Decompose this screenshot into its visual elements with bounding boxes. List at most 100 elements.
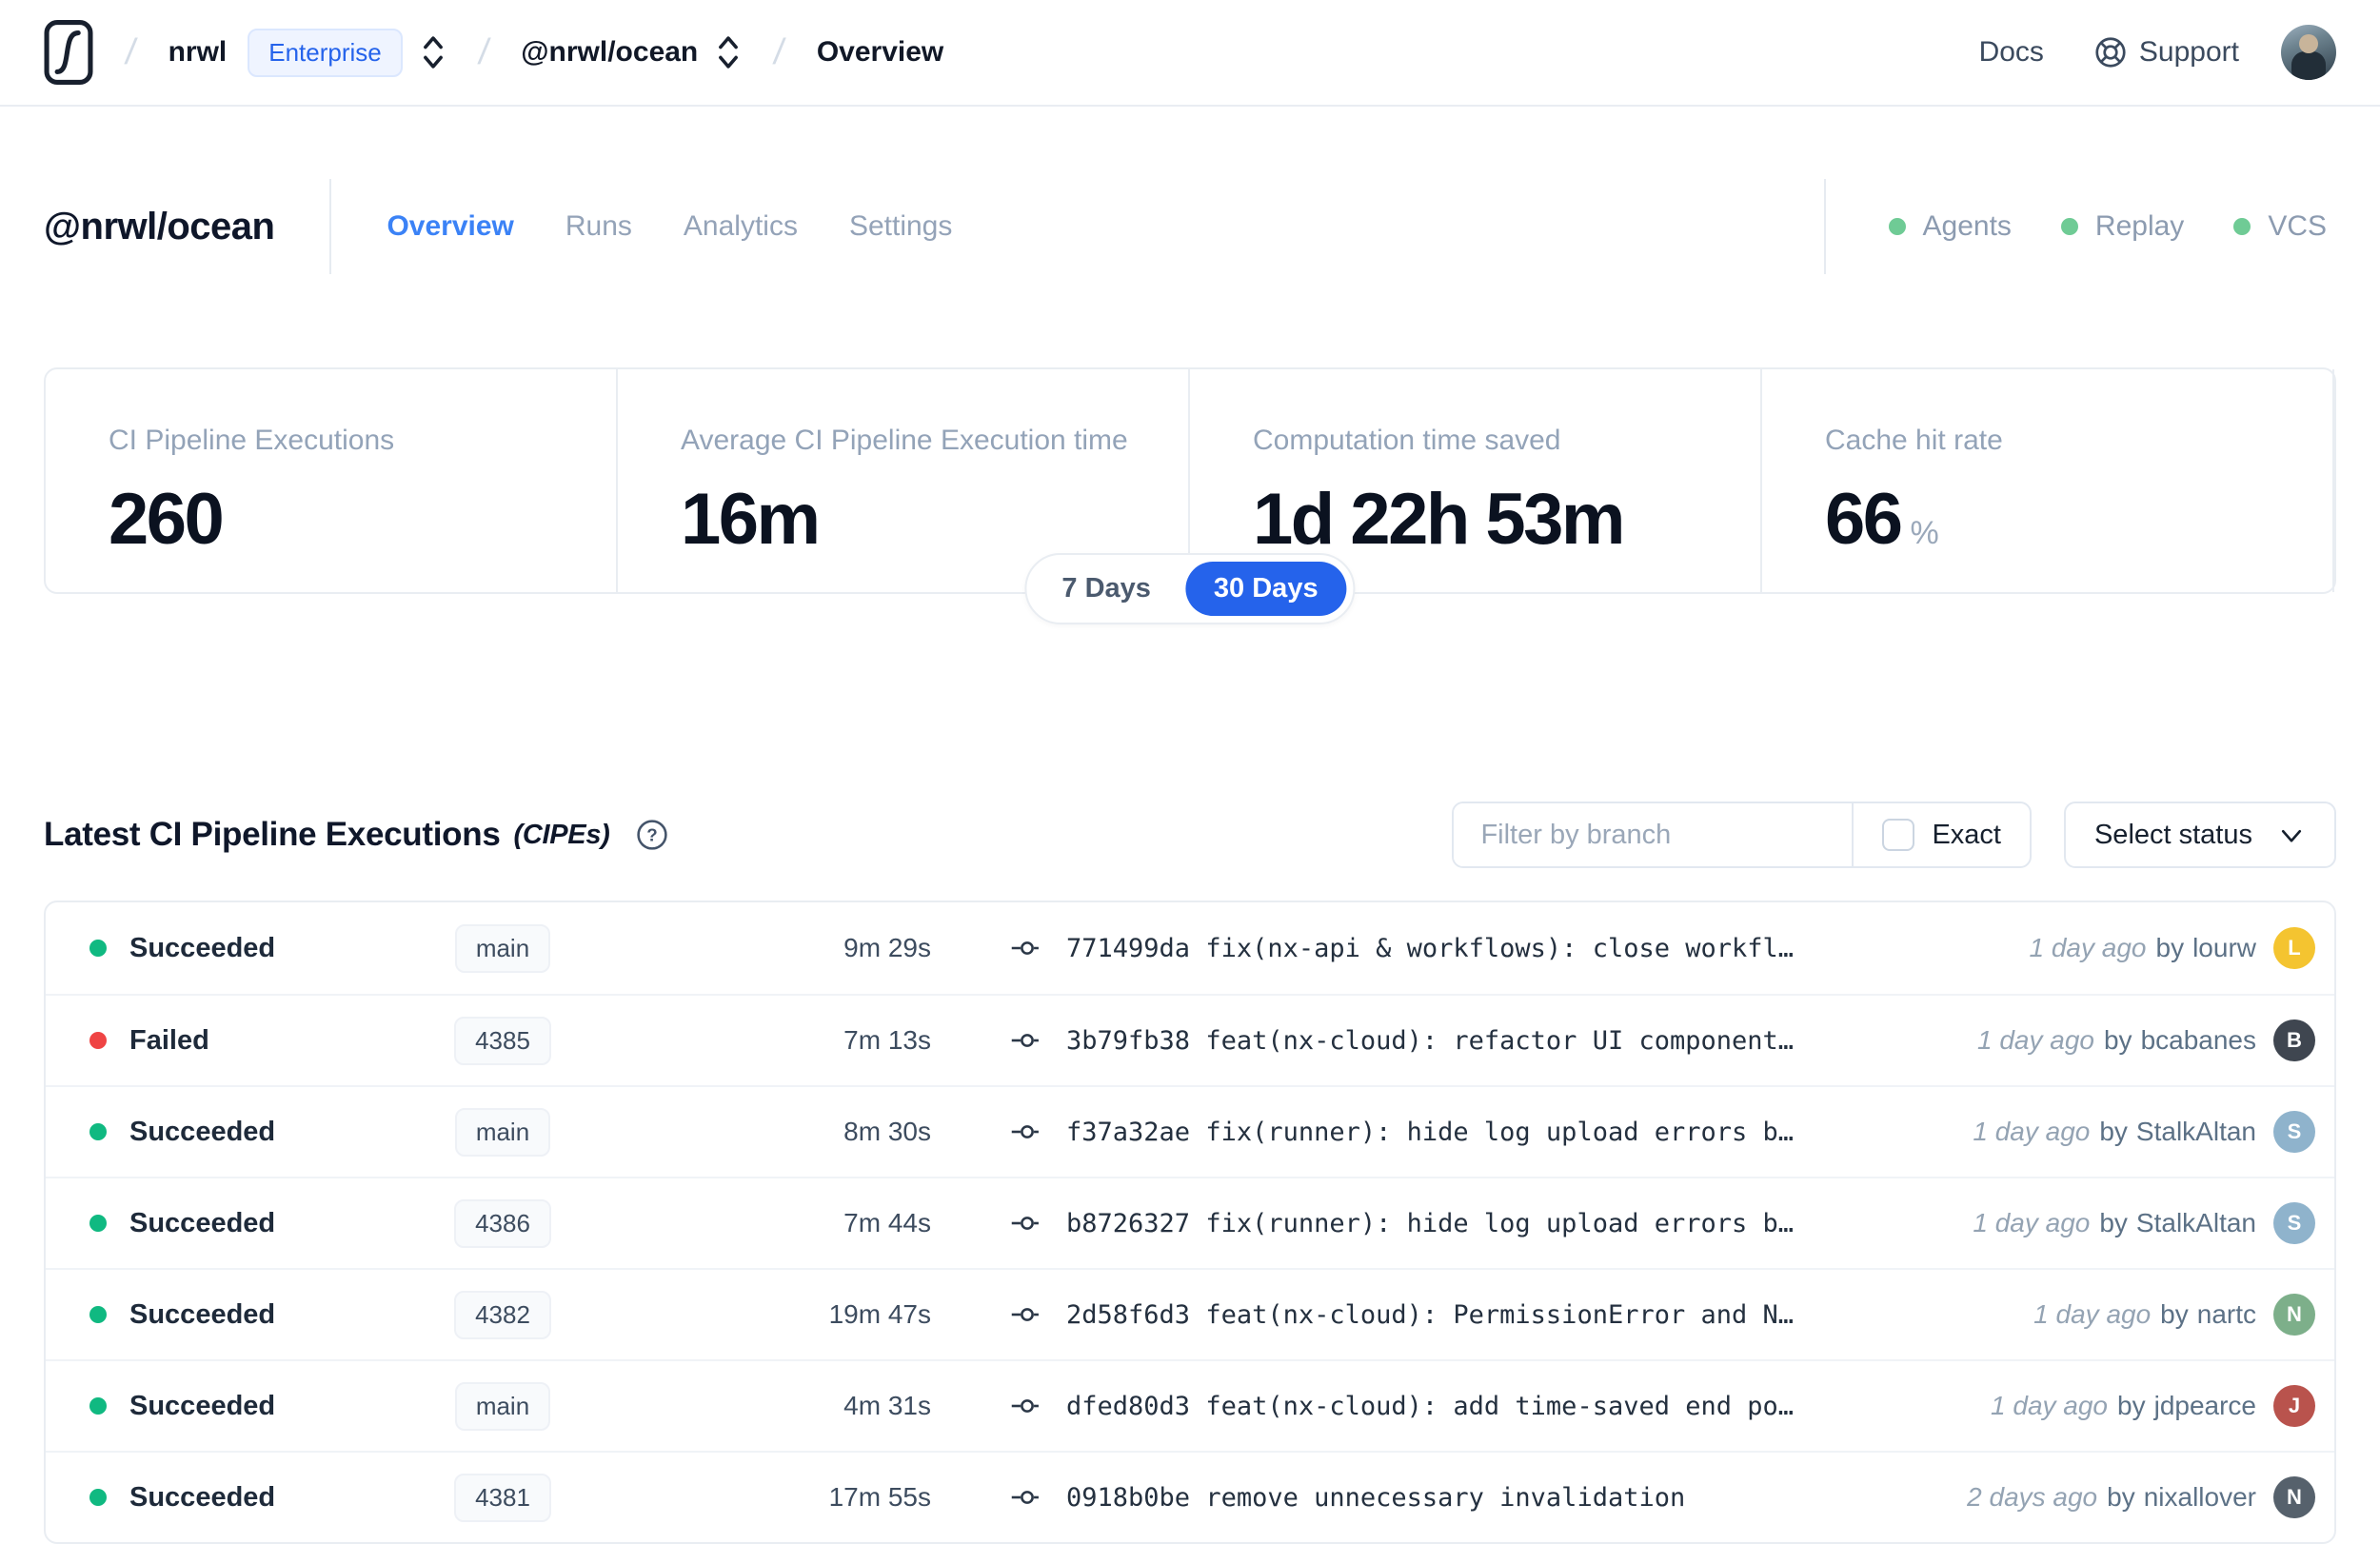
branch-filter-input[interactable] — [1454, 803, 1853, 866]
author-name: nartc — [2196, 1299, 2256, 1329]
by-label: by — [2099, 1208, 2128, 1237]
svg-text:?: ? — [646, 824, 657, 844]
nx-cloud-logo[interactable] — [44, 20, 93, 85]
table-row[interactable]: Succeeded 4386 7m 44s b8726327 fix(runne… — [46, 1177, 2334, 1268]
help-button[interactable]: ? — [635, 818, 669, 852]
stats-cards: CI Pipeline Executions 260 Average CI Pi… — [44, 367, 2336, 624]
breadcrumb-workspace[interactable]: @nrwl/ocean — [521, 36, 698, 69]
status-cell: Succeeded — [46, 1208, 417, 1239]
stat-value: 260 — [109, 478, 616, 561]
git-commit-icon — [1011, 1125, 1039, 1138]
branch-badge: 4381 — [454, 1473, 551, 1522]
user-avatar[interactable] — [2281, 25, 2336, 80]
service-status-list: Agents Replay VCS — [1823, 179, 2336, 274]
section-title: Latest CI Pipeline Executions — [44, 816, 501, 853]
git-commit-icon — [1011, 1217, 1039, 1230]
time-ago: 1 day ago — [1973, 1117, 2091, 1146]
service-label: Agents — [1922, 210, 2012, 242]
org-switcher-button[interactable] — [420, 34, 446, 70]
status-cell: Succeeded — [46, 1391, 417, 1422]
stat-label: CI Pipeline Executions — [109, 425, 395, 456]
author-name: jdpearce — [2153, 1391, 2256, 1420]
service-replay[interactable]: Replay — [2060, 210, 2184, 243]
exact-checkbox[interactable] — [1882, 819, 1915, 851]
tab-settings[interactable]: Settings — [849, 210, 952, 243]
duration-cell: 7m 44s — [843, 1208, 931, 1237]
stat-label: Computation time saved — [1253, 425, 1561, 456]
duration-cell: 7m 13s — [843, 1025, 931, 1055]
exact-label: Exact — [1932, 819, 2001, 850]
branch-filter-group: Exact — [1452, 802, 2032, 868]
by-label: by — [2160, 1299, 2189, 1329]
docs-link[interactable]: Docs — [1979, 36, 2044, 69]
date-range-toggle: 7 Days 30 Days — [1024, 553, 1356, 624]
table-row[interactable]: Succeeded 4381 17m 55s 0918b0be remove u… — [46, 1451, 2334, 1542]
status-dot — [89, 1123, 107, 1140]
table-row[interactable]: Succeeded main 4m 31s dfed80d3 feat(nx-c… — [46, 1359, 2334, 1451]
breadcrumb-org[interactable]: nrwl — [169, 36, 228, 69]
by-label: by — [2155, 933, 2185, 962]
enterprise-badge[interactable]: Enterprise — [248, 28, 403, 77]
status-label: Succeeded — [129, 1390, 276, 1421]
status-label: Failed — [129, 1024, 209, 1056]
author-name: bcabanes — [2140, 1025, 2256, 1055]
service-vcs[interactable]: VCS — [2233, 210, 2327, 243]
branch-cell: 4382 — [417, 1290, 588, 1339]
stat-card-cache-hit-rate: Cache hit rate 66% — [1762, 369, 2334, 592]
table-row[interactable]: Succeeded main 9m 29s 771499da fix(nx-ap… — [46, 902, 2334, 994]
commit-cell: 771499da fix(nx-api & workflows): close … — [1009, 934, 2030, 963]
branch-cell: main — [417, 1107, 588, 1157]
meta-cell: 1 day ago by lourw L — [2030, 927, 2335, 969]
table-row[interactable]: Failed 4385 7m 13s 3b79fb38 feat(nx-clou… — [46, 994, 2334, 1085]
commit-text: 771499da fix(nx-api & workflows): close … — [1066, 934, 1794, 963]
stat-card-ci-pipeline-executions: CI Pipeline Executions 260 — [46, 369, 618, 592]
author-name: nixallover — [2143, 1482, 2256, 1512]
status-dot — [89, 1215, 107, 1232]
commit-message: feat(nx-cloud): refactor UI component… — [1205, 1025, 1795, 1056]
range-option-7-days[interactable]: 7 Days — [1033, 562, 1180, 616]
tab-runs[interactable]: Runs — [565, 210, 632, 243]
service-agents[interactable]: Agents — [1888, 210, 2012, 243]
status-select-dropdown[interactable]: Select status — [2063, 802, 2336, 868]
git-commit-icon — [1011, 1491, 1039, 1504]
commit-hash: dfed80d3 — [1066, 1391, 1191, 1421]
git-commit-icon — [1011, 1399, 1039, 1413]
table-filters: Exact Select status — [1452, 802, 2336, 868]
stat-number: 1d 22h 53m — [1253, 479, 1626, 560]
stat-number: 16m — [681, 479, 821, 560]
branch-cell: 4381 — [417, 1473, 588, 1522]
meta-cell: 1 day ago by nartc N — [2033, 1294, 2334, 1336]
tab-overview[interactable]: Overview — [387, 210, 513, 243]
author-avatar: N — [2273, 1294, 2315, 1336]
stat-value: 1d 22h 53m — [1253, 478, 1760, 561]
status-dot-green — [1888, 218, 1906, 235]
tab-analytics[interactable]: Analytics — [684, 210, 798, 243]
breadcrumb-page: Overview — [816, 36, 944, 68]
commit-message: fix(nx-api & workflows): close workfl… — [1205, 933, 1795, 963]
table-row[interactable]: Succeeded 4382 19m 47s 2d58f6d3 feat(nx-… — [46, 1268, 2334, 1359]
by-label: by — [2107, 1482, 2135, 1512]
commit-message: feat(nx-cloud): PermissionError and N… — [1205, 1299, 1795, 1330]
branch-cell: 4386 — [417, 1198, 588, 1248]
commit-hash: 0918b0be — [1066, 1482, 1191, 1513]
duration-cell: 4m 31s — [843, 1391, 931, 1420]
commit-hash: b8726327 — [1066, 1208, 1191, 1238]
status-dot-green — [2233, 218, 2251, 235]
exact-match-toggle[interactable]: Exact — [1852, 803, 2030, 866]
commit-text: dfed80d3 feat(nx-cloud): add time-saved … — [1066, 1392, 1794, 1421]
time-ago: 1 day ago — [2033, 1299, 2152, 1329]
support-link[interactable]: Support — [2093, 35, 2239, 69]
chevron-updown-icon — [719, 36, 739, 69]
status-dot — [89, 1489, 107, 1506]
duration-cell: 19m 47s — [828, 1299, 931, 1329]
meta-cell: 2 days ago by nixallover N — [1967, 1476, 2334, 1518]
duration-cell: 17m 55s — [828, 1482, 931, 1512]
time-ago: 1 day ago — [1976, 1025, 2094, 1055]
workspace-switcher-button[interactable] — [715, 34, 742, 70]
commit-cell: 3b79fb38 feat(nx-cloud): refactor UI com… — [1009, 1026, 1977, 1056]
nx-cloud-logo-icon — [44, 20, 93, 85]
cipe-table: Succeeded main 9m 29s 771499da fix(nx-ap… — [44, 901, 2336, 1544]
commit-cell: f37a32ae fix(runner): hide log upload er… — [1009, 1118, 1973, 1147]
range-option-30-days[interactable]: 30 Days — [1184, 562, 1347, 616]
table-row[interactable]: Succeeded main 8m 30s f37a32ae fix(runne… — [46, 1085, 2334, 1177]
